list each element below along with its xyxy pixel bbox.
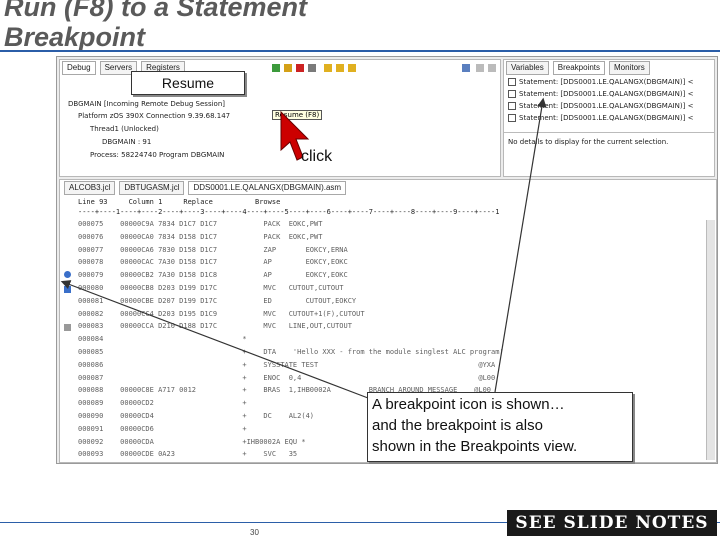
- info-callout: A breakpoint icon is shown… and the brea…: [367, 392, 633, 462]
- see-slide-notes-button[interactable]: SEE SLIDE NOTES: [507, 510, 717, 536]
- page-number: 30: [250, 528, 259, 537]
- click-label: click: [301, 148, 333, 165]
- info-line: shown in the Breakpoints view.: [372, 438, 578, 455]
- arrow-to-breakpoint-icon: [60, 280, 369, 399]
- arrow-to-breakpoints-view: [494, 97, 547, 393]
- info-line: and the breakpoint is also: [372, 417, 543, 434]
- info-line: A breakpoint icon is shown…: [372, 396, 565, 413]
- resume-callout: Resume: [131, 71, 245, 95]
